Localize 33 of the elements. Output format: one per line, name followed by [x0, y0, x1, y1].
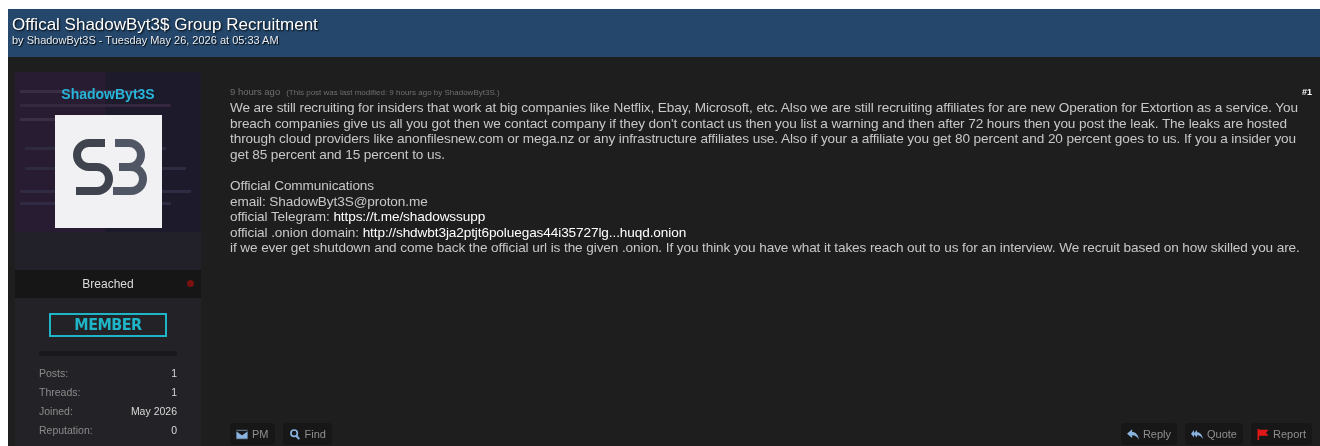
report-button[interactable]: Report	[1250, 423, 1312, 445]
post-link[interactable]: http://shdwbt3ja2ptjt6poluegas44i35727lg...huqd.onion	[362, 224, 687, 240]
thread-byline: by ShadowByt3S - Tuesday May 26, 2026 at 05:33 AM	[12, 34, 280, 47]
flag-icon	[1256, 428, 1269, 440]
rank-badge: MEMBER	[49, 313, 167, 337]
thread-title: Offical ShadowByt3$ Group Recruitment	[12, 15, 319, 34]
stat-value: 1	[171, 385, 177, 400]
mail-button[interactable]: PM	[230, 423, 275, 445]
post-line: email: ShadowByt3S@proton.me	[230, 193, 429, 210]
username[interactable]: ShadowByt3S	[61, 86, 155, 102]
stat-label: Threads:	[39, 385, 81, 400]
stat-value: 0	[171, 423, 177, 438]
user-group: Breached	[82, 277, 134, 291]
post-number[interactable]: #1	[1302, 87, 1312, 97]
post-label: official .onion domain:	[230, 224, 359, 240]
reply-all-icon	[1191, 428, 1203, 440]
reply-button[interactable]: Reply	[1120, 423, 1177, 445]
stat-label: Joined:	[39, 404, 73, 419]
post-time: 9 hours ago	[230, 86, 281, 97]
stat-label: Reputation:	[39, 423, 93, 438]
find-button[interactable]: Find	[282, 423, 332, 445]
post-label: official Telegram:	[230, 209, 330, 225]
post-text: We are still recruiting for insiders that work at big companies like Netflix, Ebay, Microsoft, etc. Also we are still recruiting affiliates for are new Operation for Extortion as a service. You breach companies give us all you got then we contact company if they don't contact us then you list a warning and then after 72 hours then you post the leak. The leaks are hosted through cloud providers like anonfilesnew.com or mega.nz or any infrastructure affiliates use. Also if your a affiliate you get 80 percent and 20 percent goes to us. If you a insider you get 85 percent and 15 percent to us.	[230, 100, 1299, 163]
reply-icon	[1126, 428, 1139, 440]
post-link[interactable]: https://t.me/shadowssupp	[333, 209, 486, 225]
mail-icon	[236, 428, 248, 440]
post-line: Official Communications	[230, 177, 375, 194]
stat-value: 1	[171, 366, 177, 381]
post-line: if we ever get shutdown and come back the official url is the given .onion. If you think you have what it takes reach out to us for an interview. We recruit based on how skilled you are.	[230, 240, 1301, 256]
search-icon	[288, 428, 301, 440]
stat-label: Posts:	[39, 366, 69, 381]
stat-value: May 2026	[130, 404, 177, 419]
quote-button[interactable]: Quote	[1185, 423, 1243, 445]
